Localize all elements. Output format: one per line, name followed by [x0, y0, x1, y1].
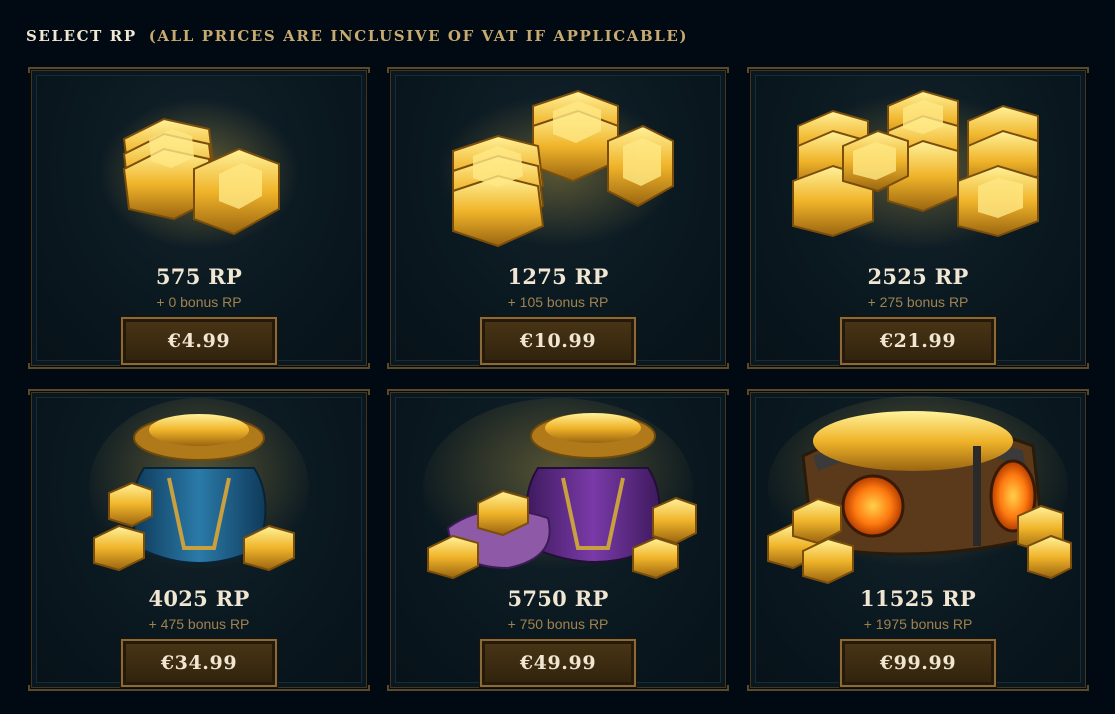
bonus-rp: + 275 bonus RP — [867, 294, 969, 310]
buy-button[interactable]: €49.99 — [480, 639, 636, 687]
coin-stack-large-icon — [756, 76, 1080, 261]
rp-amount: 4025 RP — [148, 586, 250, 611]
buy-button[interactable]: €99.99 — [840, 639, 996, 687]
card-body: 11525 RP + 1975 bonus RP €99.99 — [755, 395, 1081, 687]
rp-amount: 2525 RP — [867, 264, 969, 289]
blue-coin-bag-icon — [37, 398, 361, 583]
bonus-rp: + 105 bonus RP — [507, 294, 609, 310]
bonus-rp: + 0 bonus RP — [156, 294, 242, 310]
buy-button[interactable]: €34.99 — [121, 639, 277, 687]
treasure-chest-icon — [756, 395, 1080, 584]
section-header: SELECT RP (ALL PRICES ARE INCLUSIVE OF V… — [26, 26, 688, 46]
bonus-rp: + 750 bonus RP — [507, 616, 609, 632]
rp-bundle-card-575[interactable]: 575 RP + 0 bonus RP €4.99 — [28, 67, 370, 369]
rp-bundle-card-11525[interactable]: 11525 RP + 1975 bonus RP €99.99 — [747, 389, 1089, 691]
coin-stack-small-icon — [37, 76, 361, 261]
card-body: 5750 RP + 750 bonus RP €49.99 — [395, 397, 721, 687]
rp-amount: 1275 RP — [507, 264, 609, 289]
rp-amount: 5750 RP — [507, 586, 609, 611]
bonus-rp: + 475 bonus RP — [148, 616, 250, 632]
buy-button[interactable]: €10.99 — [480, 317, 636, 365]
rp-bundle-card-5750[interactable]: 5750 RP + 750 bonus RP €49.99 — [387, 389, 729, 691]
buy-button[interactable]: €4.99 — [121, 317, 277, 365]
rp-bundle-card-4025[interactable]: 4025 RP + 475 bonus RP €34.99 — [28, 389, 370, 691]
page-title: SELECT RP — [26, 27, 137, 45]
rp-bundle-card-1275[interactable]: 1275 RP + 105 bonus RP €10.99 — [387, 67, 729, 369]
rp-store-page: SELECT RP (ALL PRICES ARE INCLUSIVE OF V… — [0, 0, 1115, 714]
rp-amount: 11525 RP — [859, 586, 976, 611]
purple-coin-bag-icon — [396, 398, 720, 583]
rp-bundle-card-2525[interactable]: 2525 RP + 275 bonus RP €21.99 — [747, 67, 1089, 369]
card-body: 2525 RP + 275 bonus RP €21.99 — [755, 75, 1081, 365]
rp-amount: 575 RP — [155, 264, 243, 289]
card-body: 575 RP + 0 bonus RP €4.99 — [36, 75, 362, 365]
coin-stack-medium-icon — [396, 76, 720, 261]
card-body: 4025 RP + 475 bonus RP €34.99 — [36, 397, 362, 687]
bonus-rp: + 1975 bonus RP — [863, 616, 973, 632]
card-body: 1275 RP + 105 bonus RP €10.99 — [395, 75, 721, 365]
buy-button[interactable]: €21.99 — [840, 317, 996, 365]
vat-note: (ALL PRICES ARE INCLUSIVE OF VAT IF APPL… — [148, 27, 689, 45]
